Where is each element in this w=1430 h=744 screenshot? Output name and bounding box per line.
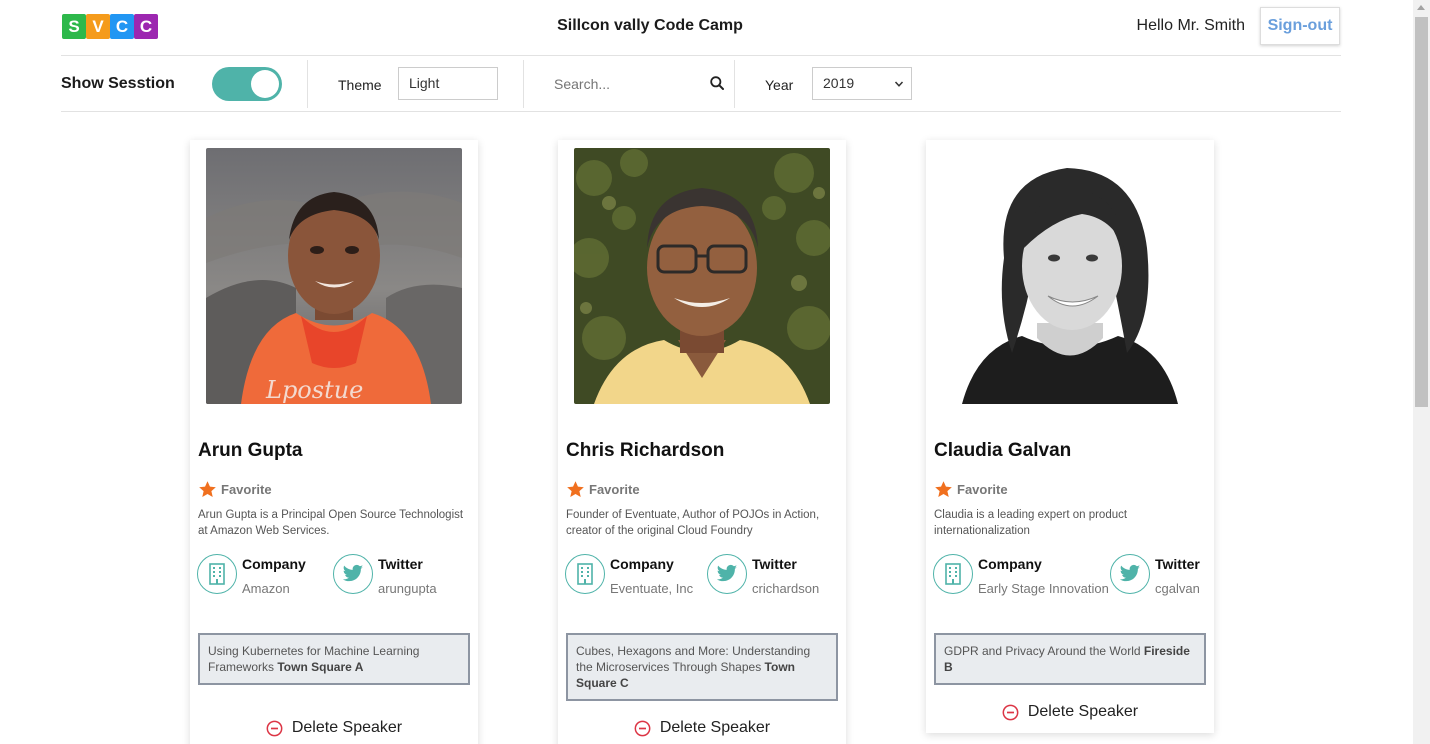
delete-label: Delete Speaker: [1027, 703, 1139, 720]
speaker-photo: [942, 148, 1198, 404]
page-scrollbar[interactable]: [1413, 0, 1430, 744]
company-title: Company: [610, 556, 674, 572]
session-box: Using Kubernetes for Machine Learning Fr…: [198, 633, 470, 685]
minus-circle-icon: [266, 720, 283, 736]
twitter-info: Twitter crichardson: [707, 554, 819, 596]
company-value: Eventuate, Inc: [610, 581, 694, 596]
page-title: Sillcon vally Code Camp: [557, 17, 743, 34]
twitter-bird-icon[interactable]: [707, 554, 747, 594]
show-session-toggle[interactable]: [212, 67, 282, 101]
toggle-knob: [251, 70, 279, 98]
session-box: Cubes, Hexagons and More: Understanding …: [566, 633, 838, 701]
favorite-toggle[interactable]: Favorite: [566, 480, 640, 499]
company-title: Company: [242, 556, 306, 572]
delete-speaker-button[interactable]: Delete Speaker: [190, 719, 478, 737]
company-info: Company Amazon: [197, 554, 306, 596]
company-info: Company Early Stage Innovation: [933, 554, 1109, 596]
speaker-photo: Lpostue: [206, 148, 462, 404]
session-box: GDPR and Privacy Around the World Firesi…: [934, 633, 1206, 685]
company-value: Amazon: [242, 581, 290, 596]
favorite-toggle[interactable]: Favorite: [934, 480, 1008, 499]
building-icon: [565, 554, 605, 594]
signout-button[interactable]: Sign-out: [1260, 7, 1340, 45]
filter-toolbar: Show Sesstion Theme Light Year 2019: [61, 56, 1341, 112]
delete-label: Delete Speaker: [291, 719, 403, 736]
delete-speaker-button[interactable]: Delete Speaker: [926, 703, 1214, 721]
twitter-handle[interactable]: crichardson: [752, 581, 819, 596]
speaker-card: Lpostue Arun Gupta Favorite Arun Gupta i…: [190, 140, 478, 744]
scrollbar-thumb[interactable]: [1415, 17, 1428, 407]
company-title: Company: [978, 556, 1042, 572]
twitter-handle[interactable]: arungupta: [378, 581, 437, 596]
building-icon: [933, 554, 973, 594]
minus-circle-icon: [634, 720, 651, 736]
favorite-label: Favorite: [957, 482, 1008, 497]
delete-speaker-button[interactable]: Delete Speaker: [558, 719, 846, 737]
twitter-bird-icon[interactable]: [1110, 554, 1150, 594]
speaker-bio: Claudia is a leading expert on product i…: [934, 509, 1128, 537]
year-select[interactable]: 2019: [812, 67, 912, 100]
toolbar-divider: [307, 60, 308, 108]
star-icon: [199, 481, 216, 498]
speaker-photo: [574, 148, 830, 404]
twitter-title: Twitter: [378, 556, 423, 572]
speaker-name: Chris Richardson: [566, 440, 725, 461]
speaker-card: Claudia Galvan Favorite Claudia is a lea…: [926, 140, 1214, 733]
star-icon: [567, 481, 584, 498]
year-value: 2019: [823, 75, 855, 91]
speaker-bio: Arun Gupta is a Principal Open Source Te…: [198, 509, 464, 537]
chevron-down-icon: [894, 81, 904, 87]
twitter-title: Twitter: [752, 556, 797, 572]
session-room: Town Square A: [277, 660, 364, 674]
theme-label: Theme: [338, 77, 382, 93]
scroll-up-arrow-icon[interactable]: [1417, 5, 1425, 10]
search-icon[interactable]: [710, 76, 724, 90]
twitter-info: Twitter arungupta: [333, 554, 437, 596]
session-title: GDPR and Privacy Around the World: [944, 644, 1141, 658]
building-icon: [197, 554, 237, 594]
twitter-handle[interactable]: cgalvan: [1155, 581, 1200, 596]
favorite-label: Favorite: [221, 482, 272, 497]
search-input[interactable]: [554, 67, 704, 100]
speaker-name: Arun Gupta: [198, 440, 303, 461]
favorite-toggle[interactable]: Favorite: [198, 480, 272, 499]
toolbar-divider: [734, 60, 735, 108]
user-greeting: Hello Mr. Smith: [1136, 17, 1245, 34]
company-info: Company Eventuate, Inc: [565, 554, 693, 596]
twitter-info: Twitter cgalvan: [1110, 554, 1200, 596]
svg-text:Lpostue: Lpostue: [265, 376, 363, 404]
speaker-card: Chris Richardson Favorite Founder of Eve…: [558, 140, 846, 744]
favorite-label: Favorite: [589, 482, 640, 497]
year-label: Year: [765, 77, 794, 93]
company-value: Early Stage Innovation: [978, 581, 1109, 596]
speaker-bio: Founder of Eventuate, Author of POJOs in…: [566, 509, 820, 537]
show-session-label: Show Sesstion: [61, 75, 175, 92]
star-icon: [935, 481, 952, 498]
speaker-name: Claudia Galvan: [934, 440, 1072, 461]
twitter-bird-icon[interactable]: [333, 554, 373, 594]
app-header: S V C C Sillcon vally Code Camp Hello Mr…: [61, 0, 1341, 56]
toolbar-divider: [523, 60, 524, 108]
minus-circle-icon: [1002, 704, 1019, 720]
twitter-title: Twitter: [1155, 556, 1200, 572]
theme-field[interactable]: Light: [398, 67, 498, 100]
delete-label: Delete Speaker: [659, 719, 771, 736]
